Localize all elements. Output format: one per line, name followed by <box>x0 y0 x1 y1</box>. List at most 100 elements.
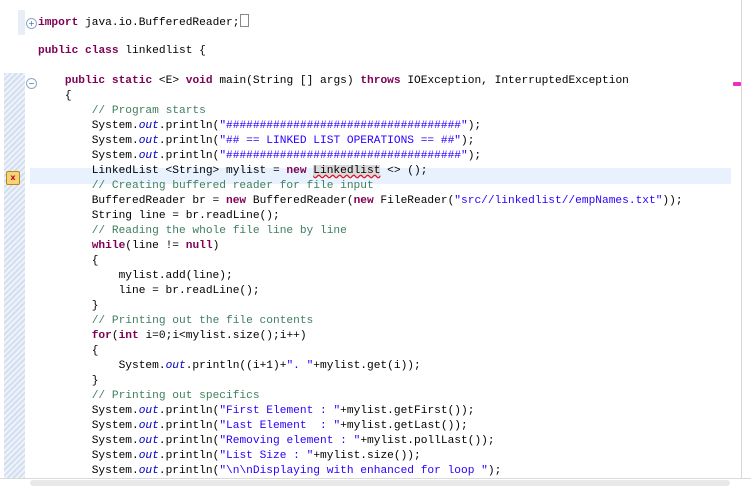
code-token: BufferedReader( <box>246 195 354 207</box>
error-lightbulb-icon[interactable]: x <box>6 171 20 185</box>
code-line[interactable]: { <box>38 344 683 359</box>
code-line[interactable]: line = br.readLine(); <box>38 284 683 299</box>
code-token: <E> <box>152 75 186 87</box>
code-line[interactable]: System.out.println("Last Element : "+myl… <box>38 419 683 434</box>
error-token: Linkedlist <box>313 165 381 177</box>
code-line[interactable]: System.out.println("First Element : "+my… <box>38 404 683 419</box>
code-token: .println( <box>158 135 220 147</box>
code-line[interactable]: // Program starts <box>38 104 683 119</box>
code-line[interactable]: String line = br.readLine(); <box>38 209 683 224</box>
code-token: System. <box>38 150 139 162</box>
code-token: } <box>38 300 99 312</box>
code-line[interactable]: // Printing out the file contents <box>38 314 683 329</box>
code-line[interactable]: System.out.println("## == LINKED LIST OP… <box>38 134 683 149</box>
code-token: out <box>138 435 159 447</box>
overview-ruler[interactable] <box>731 0 741 478</box>
code-line[interactable]: BufferedReader br = new BufferedReader(n… <box>38 194 683 209</box>
code-token: out <box>138 135 159 147</box>
error-glyph: x <box>10 173 16 182</box>
fold-expand-icon[interactable]: + <box>26 18 37 29</box>
code-line[interactable]: import java.io.BufferedReader; <box>38 14 683 29</box>
code-token: +mylist.getLast()); <box>340 420 468 432</box>
code-line[interactable]: LinkedList <String> mylist = new Linkedl… <box>38 164 683 179</box>
code-token: "Last Element : " <box>219 420 341 432</box>
code-line[interactable]: public static <E> void main(String [] ar… <box>38 74 683 89</box>
code-line[interactable]: // Printing out specifics <box>38 389 683 404</box>
code-line[interactable]: } <box>38 299 683 314</box>
code-line[interactable]: System.out.println((i+1)+". "+mylist.get… <box>38 359 683 374</box>
code-token: public <box>64 75 106 87</box>
code-editor[interactable]: + − x import java.io.BufferedReader; pub… <box>0 0 742 478</box>
code-token: { <box>38 255 99 267</box>
code-line[interactable]: public class linkedlist { <box>38 44 683 59</box>
code-line[interactable]: // Reading the whole file line by line <box>38 224 683 239</box>
fold-collapse-glyph: − <box>28 79 35 88</box>
code-token: +mylist.size()); <box>313 450 421 462</box>
code-token: BufferedReader br = <box>38 195 226 207</box>
code-token: out <box>138 420 159 432</box>
code-token: out <box>138 465 159 477</box>
code-line[interactable] <box>38 59 683 74</box>
code-line[interactable] <box>38 29 683 44</box>
code-token: "src//linkedlist//empNames.txt" <box>454 195 663 207</box>
code-token: "###################################" <box>219 120 468 132</box>
code-token: System. <box>38 420 139 432</box>
code-line[interactable]: System.out.println("####################… <box>38 149 683 164</box>
fold-expand-glyph: + <box>28 19 35 28</box>
code-line[interactable]: System.out.println("####################… <box>38 119 683 134</box>
code-line[interactable]: System.out.println("List Size : "+mylist… <box>38 449 683 464</box>
code-token: } <box>38 375 99 387</box>
code-line[interactable]: } <box>38 374 683 389</box>
code-token: LinkedList <String> mylist = <box>38 165 287 177</box>
code-line[interactable]: System.out.println("\n\nDisplaying with … <box>38 464 683 478</box>
code-token: ); <box>461 135 475 147</box>
code-token: "## == LINKED LIST OPERATIONS == ##" <box>219 135 462 147</box>
code-token: (line != <box>125 240 186 252</box>
code-token: class <box>85 45 119 57</box>
code-token: System. <box>38 135 139 147</box>
code-token: ); <box>487 465 502 477</box>
code-line[interactable]: mylist.add(line); <box>38 269 683 284</box>
code-token: void <box>185 75 213 87</box>
code-line[interactable]: for(int i=0;i<mylist.size();i++) <box>38 329 683 344</box>
code-token: "###################################" <box>219 150 468 162</box>
code-token: // Program starts <box>91 105 206 117</box>
code-token: ) <box>212 240 220 252</box>
code-text[interactable]: import java.io.BufferedReader; public cl… <box>38 14 683 478</box>
code-line[interactable]: // Creating buffered reader for file inp… <box>38 179 683 194</box>
code-token: ( <box>111 330 119 342</box>
overview-error-marker[interactable] <box>733 82 741 86</box>
code-token: { <box>38 90 72 102</box>
horizontal-scrollbar-thumb[interactable] <box>30 480 730 486</box>
code-line[interactable]: { <box>38 89 683 104</box>
code-token: .println( <box>158 435 220 447</box>
code-token: FileReader( <box>373 195 455 207</box>
code-token: line = br.readLine(); <box>38 285 260 297</box>
code-token: { <box>38 345 99 357</box>
code-token: throws <box>360 75 401 87</box>
code-token: "Removing element : " <box>219 435 361 447</box>
fold-collapse-icon[interactable]: − <box>26 78 37 89</box>
code-token: null <box>185 240 213 252</box>
collapsed-imports-box[interactable] <box>240 14 250 27</box>
code-token: +mylist.pollLast()); <box>360 435 495 447</box>
code-token: +mylist.getFirst()); <box>340 405 475 417</box>
code-token: while <box>91 240 126 252</box>
code-line[interactable]: System.out.println("Removing element : "… <box>38 434 683 449</box>
code-line[interactable]: { <box>38 254 683 269</box>
code-token: .println( <box>158 450 220 462</box>
code-token: out <box>138 450 159 462</box>
code-token: .println((i+1)+ <box>185 360 287 372</box>
code-token: System. <box>38 465 139 477</box>
code-token: "First Element : " <box>219 405 341 417</box>
code-token: for <box>91 330 112 342</box>
code-line[interactable]: while(line != null) <box>38 239 683 254</box>
code-token: "List Size : " <box>219 450 314 462</box>
